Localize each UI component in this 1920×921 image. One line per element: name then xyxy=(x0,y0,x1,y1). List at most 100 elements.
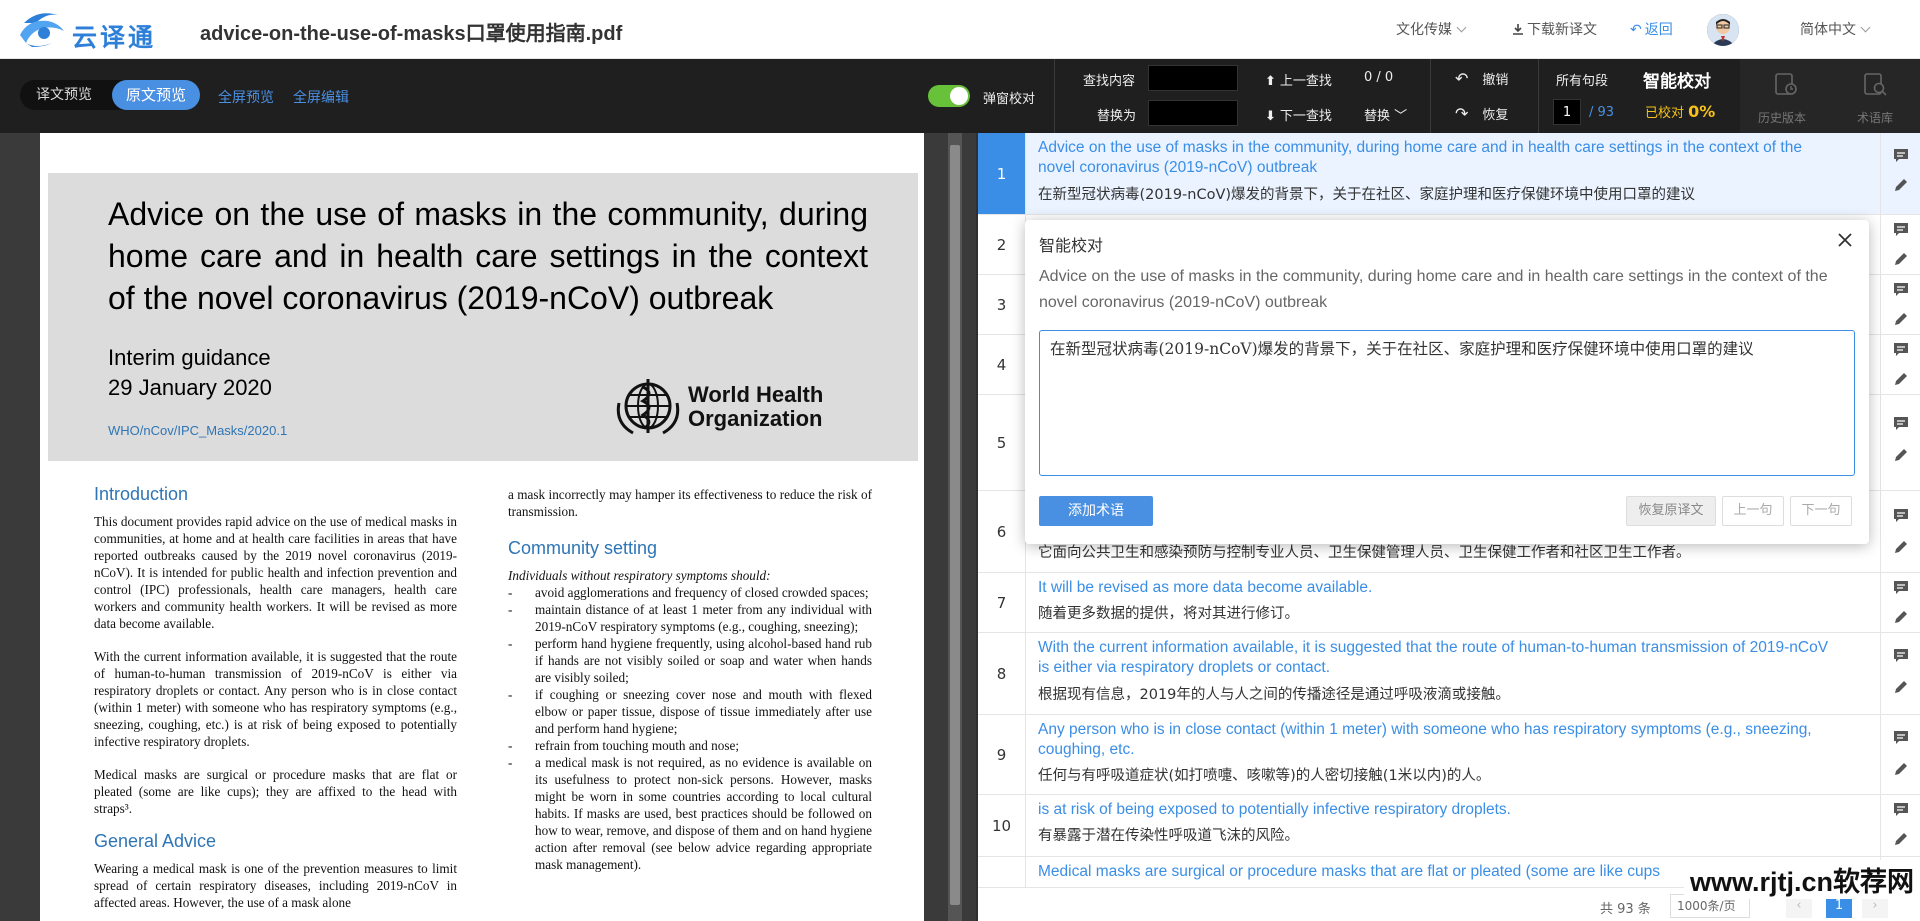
comment-icon[interactable] xyxy=(1893,507,1909,523)
comment-icon[interactable] xyxy=(1893,801,1909,817)
history-version-button[interactable]: 历史版本 xyxy=(1740,59,1830,133)
segment-target[interactable]: 有暴露于潜在传染性呼吸道飞沫的风险。 xyxy=(1038,826,1299,846)
community-heading: Community setting xyxy=(508,538,658,558)
comment-icon[interactable] xyxy=(1893,415,1909,431)
arrow-up-icon: ⬆ xyxy=(1265,74,1276,89)
segment-row[interactable]: 9 Any person who is in close contact (wi… xyxy=(978,715,1920,795)
segment-actions xyxy=(1880,335,1920,394)
download-translation-button[interactable]: 下载新译文 xyxy=(1512,19,1597,39)
undo-icon: ↶ xyxy=(1455,69,1469,88)
segment-actions xyxy=(1880,491,1920,572)
segment-actions xyxy=(1880,633,1920,714)
replace-dropdown[interactable]: 替换 ﹀ xyxy=(1364,105,1407,124)
segment-number xyxy=(978,857,1026,887)
language-label: 简体中文 xyxy=(1800,22,1856,38)
find-input[interactable] xyxy=(1148,65,1238,91)
prev-find-button[interactable]: ⬆ 上一查找 xyxy=(1265,70,1332,89)
tab-original-preview[interactable]: 原文预览 xyxy=(112,80,200,110)
popup-proof-toggle[interactable] xyxy=(928,85,970,107)
app-logo[interactable]: 云译通 xyxy=(18,9,178,52)
edit-icon[interactable] xyxy=(1893,251,1909,267)
comment-icon[interactable] xyxy=(1893,729,1909,745)
user-avatar[interactable] xyxy=(1707,14,1739,46)
edit-icon[interactable] xyxy=(1893,609,1909,625)
segment-target[interactable]: 在新型冠状病毒(2019-nCoV)爆发的背景下，关于在社区、家庭护理和医疗保健… xyxy=(1038,185,1695,205)
intro-paragraph: With the current information available, … xyxy=(94,649,457,749)
segment-actions xyxy=(1880,715,1920,794)
full-preview-link[interactable]: 全屏预览 xyxy=(218,87,274,107)
termbase-button[interactable]: 术语库 xyxy=(1830,59,1920,133)
edit-icon[interactable] xyxy=(1893,679,1909,695)
tab-translation-preview[interactable]: 译文预览 xyxy=(24,80,104,110)
intro-heading: Introduction xyxy=(94,484,189,504)
smart-proof-title[interactable]: 智能校对 xyxy=(1643,67,1711,92)
comment-icon[interactable] xyxy=(1893,221,1909,237)
language-dropdown[interactable]: 简体中文 xyxy=(1800,19,1871,39)
comment-icon[interactable] xyxy=(1893,281,1909,297)
preview-mode-switch: 译文预览 原文预览 xyxy=(20,80,200,110)
segment-number: 2 xyxy=(978,215,1026,274)
proofed-label: 已校对 xyxy=(1645,106,1685,121)
comment-icon[interactable] xyxy=(1893,579,1909,595)
full-edit-link[interactable]: 全屏编辑 xyxy=(293,87,349,107)
segment-row[interactable]: 1 Advice on the use of masks in the comm… xyxy=(978,133,1920,215)
segment-target[interactable]: 任何与有呼吸道症状(如打喷嚏、咳嗽等)的人密切接触(1米以内)的人。 xyxy=(1038,766,1490,786)
segment-number: 3 xyxy=(978,275,1026,334)
popup-translation-editor[interactable]: 在新型冠状病毒(2019-nCoV)爆发的背景下，关于在社区、家庭护理和医疗保健… xyxy=(1039,330,1855,476)
restore-original-button[interactable]: 恢复原译文 xyxy=(1626,496,1716,526)
community-intro: Individuals without respiratory symptoms… xyxy=(508,568,771,583)
proofed-value: 0% xyxy=(1688,102,1716,121)
segment-target[interactable]: 根据现有信息，2019年的人与人之间的传播途径是通过呼吸液滴或接触。 xyxy=(1038,685,1510,705)
edit-icon[interactable] xyxy=(1893,311,1909,327)
back-arrow-icon: ↶ xyxy=(1630,22,1642,38)
segment-number: 5 xyxy=(978,395,1026,490)
comment-icon[interactable] xyxy=(1893,647,1909,663)
total-pages: / 93 xyxy=(1589,105,1615,120)
pdf-scrollbar[interactable] xyxy=(948,133,962,921)
segment-target[interactable]: 它面向公共卫生和感染预防与控制专业人员、卫生保健管理人员、卫生保健工作者和社区卫… xyxy=(1038,543,1691,563)
segment-number: 10 xyxy=(978,795,1026,856)
site-watermark: www.rjtj.cn软荐网 xyxy=(1684,860,1920,899)
pdf-title-block: Advice on the use of masks in the commun… xyxy=(48,173,918,461)
community-list: avoid agglomerations and frequency of cl… xyxy=(508,584,872,873)
who-line2: Organization xyxy=(688,406,823,431)
category-label: 文化传媒 xyxy=(1396,22,1452,38)
undo-label: 撤销 xyxy=(1482,73,1509,88)
segment-row[interactable]: 8 With the current information available… xyxy=(978,633,1920,715)
current-page-input[interactable]: 1 xyxy=(1553,99,1581,125)
replace-input[interactable] xyxy=(1148,100,1238,126)
segment-target[interactable]: 随着更多数据的提供，将对其进行修订。 xyxy=(1038,604,1299,624)
comment-icon[interactable] xyxy=(1893,341,1909,357)
comment-icon[interactable] xyxy=(1893,147,1909,163)
edit-icon[interactable] xyxy=(1893,447,1909,463)
pdf-scrollbar-thumb[interactable] xyxy=(950,145,960,905)
undo-button[interactable]: ↶ 撤销 xyxy=(1455,69,1508,88)
back-button[interactable]: ↶ 返回 xyxy=(1630,19,1673,39)
edit-icon[interactable] xyxy=(1893,539,1909,555)
next-sentence-button[interactable]: 下一句 xyxy=(1790,496,1852,526)
segment-row[interactable]: 7 It will be revised as more data become… xyxy=(978,573,1920,633)
divider xyxy=(1430,59,1431,133)
edit-icon[interactable] xyxy=(1893,761,1909,777)
segment-row[interactable]: 10 is at risk of being exposed to potent… xyxy=(978,795,1920,857)
segment-number: 7 xyxy=(978,573,1026,632)
segment-number: 1 xyxy=(978,133,1026,214)
edit-icon[interactable] xyxy=(1893,177,1909,193)
edit-icon[interactable] xyxy=(1893,831,1909,847)
segment-source: Advice on the use of masks in the commun… xyxy=(1038,139,1802,176)
next-find-button[interactable]: ⬇ 下一查找 xyxy=(1265,105,1332,124)
pdf-column-right: a mask incorrectly may hamper its effect… xyxy=(508,486,872,873)
close-icon[interactable] xyxy=(1835,230,1855,250)
edit-icon[interactable] xyxy=(1893,371,1909,387)
pdf-date: 29 January 2020 xyxy=(108,375,272,400)
redo-button[interactable]: ↷ 恢复 xyxy=(1455,104,1508,123)
segment-source: It will be revised as more data become a… xyxy=(1038,579,1373,596)
proof-progress: 已校对 0% xyxy=(1645,102,1715,121)
category-dropdown[interactable]: 文化传媒 xyxy=(1396,19,1467,39)
prev-sentence-button[interactable]: 上一句 xyxy=(1722,496,1784,526)
list-item: perform hand hygiene frequently, using a… xyxy=(508,635,872,686)
redo-icon: ↷ xyxy=(1455,104,1469,123)
add-term-button[interactable]: 添加术语 xyxy=(1039,496,1153,526)
pdf-interim: Interim guidance xyxy=(108,345,271,370)
pdf-page: Advice on the use of masks in the commun… xyxy=(40,133,924,921)
